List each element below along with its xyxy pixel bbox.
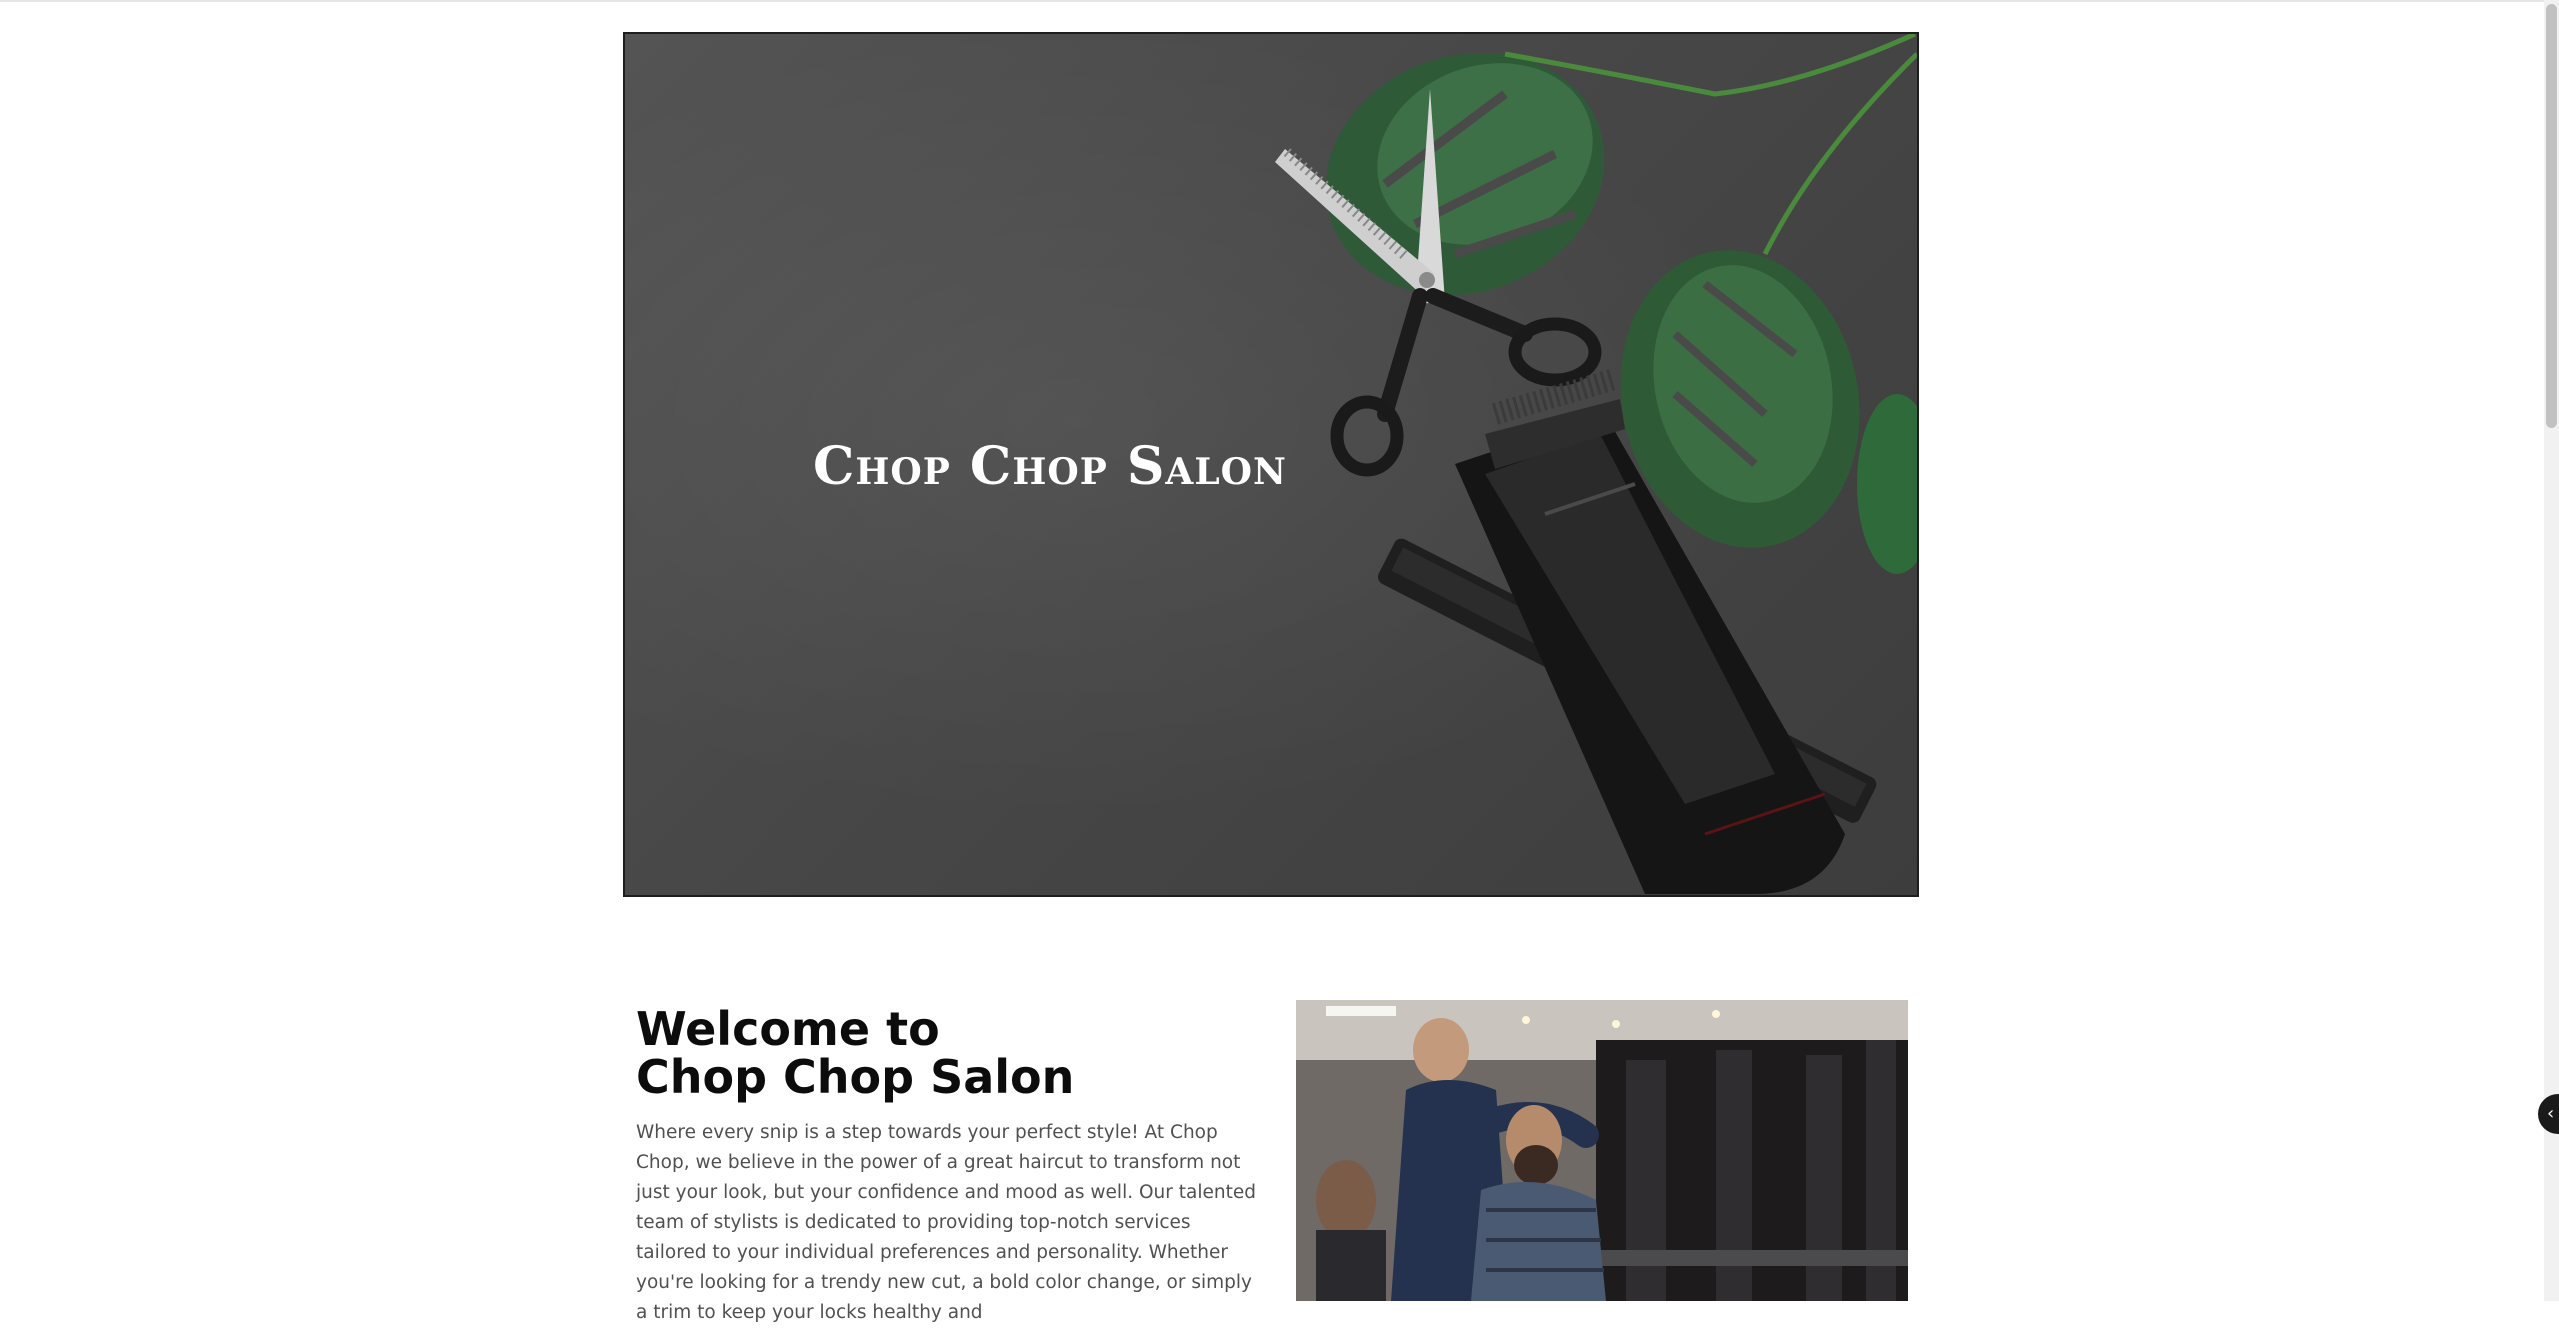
welcome-heading-line-2: Chop Chop Salon — [636, 1050, 1075, 1104]
barber-scene-image — [1296, 1000, 1908, 1301]
monstera-leaf-top — [1325, 34, 1917, 296]
scrollbar-thumb[interactable] — [2546, 4, 2557, 428]
chevron-left-icon[interactable]: ‹ — [2538, 1094, 2559, 1134]
top-divider — [0, 0, 2559, 2]
hero-title: Chop Chop Salon — [813, 436, 1287, 497]
hero-banner: Chop Chop Salon — [623, 32, 1919, 897]
salon-interior-photo — [1296, 1000, 1908, 1301]
welcome-description: Where every snip is a step towards your … — [636, 1122, 1256, 1323]
welcome-heading: Welcome to Chop Chop Salon — [636, 1005, 1256, 1101]
welcome-heading-line-1: Welcome to — [636, 1002, 940, 1056]
